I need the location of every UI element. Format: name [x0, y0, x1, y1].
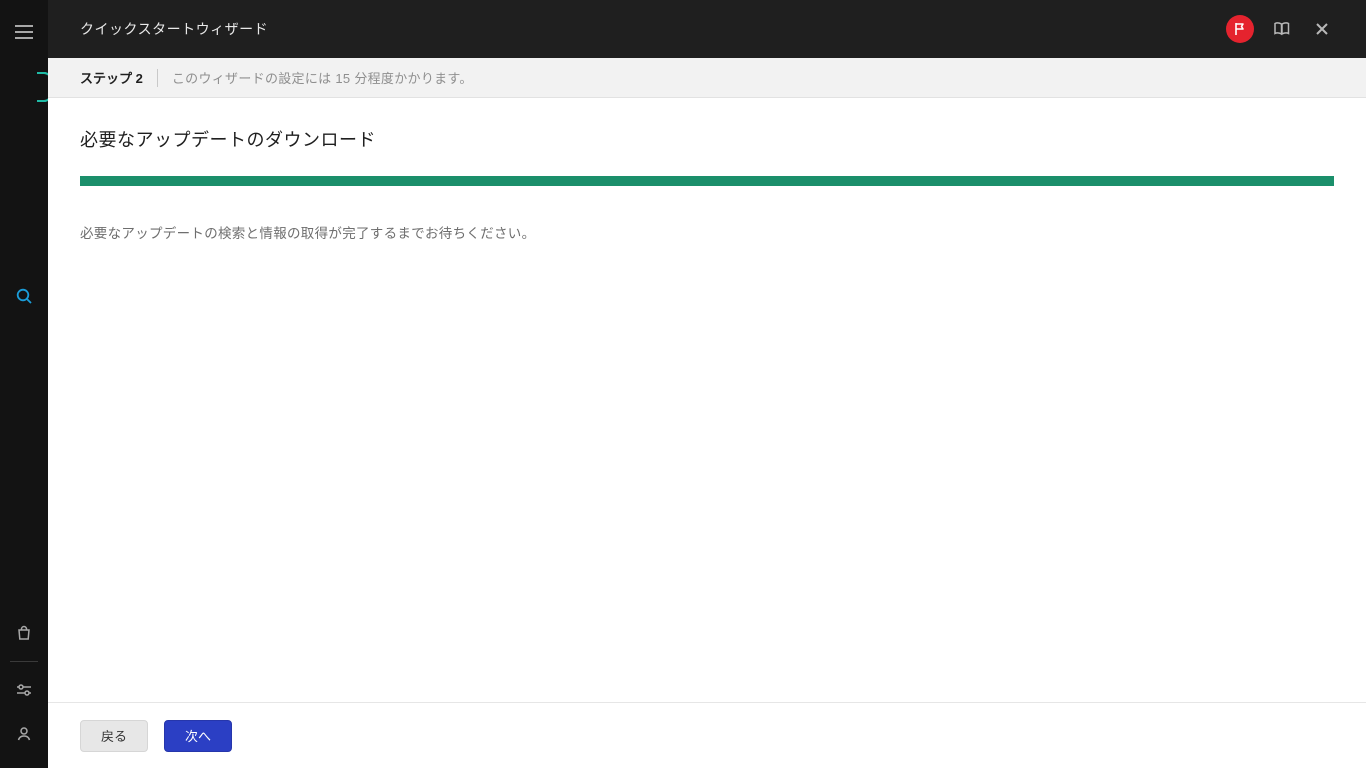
wizard-panel: クイックスタートウィザード ステップ 2 このウィザードの設定には 15 分程度…	[48, 0, 1366, 768]
user-icon[interactable]	[0, 712, 48, 756]
book-icon	[1273, 20, 1291, 38]
header-actions	[1226, 15, 1334, 43]
flag-icon	[1233, 22, 1247, 36]
close-button[interactable]	[1310, 17, 1334, 41]
sidebar-bottom-group	[0, 611, 48, 756]
progress-bar	[80, 176, 1334, 186]
step-bar: ステップ 2 このウィザードの設定には 15 分程度かかります。	[48, 58, 1366, 98]
panel-title: クイックスタートウィザード	[80, 19, 268, 39]
book-button[interactable]	[1270, 17, 1294, 41]
wait-message: 必要なアップデートの検索と情報の取得が完了するまでお待ちください。	[80, 222, 1334, 242]
footer: 戻る 次へ	[48, 702, 1366, 768]
step-description: このウィザードの設定には 15 分程度かかります。	[172, 68, 473, 87]
sidebar	[0, 0, 48, 768]
next-button[interactable]: 次へ	[164, 720, 232, 752]
bag-icon[interactable]	[0, 611, 48, 655]
sidebar-divider	[10, 661, 38, 662]
flag-button[interactable]	[1226, 15, 1254, 43]
content-heading: 必要なアップデートのダウンロード	[80, 126, 1334, 152]
back-button[interactable]: 戻る	[80, 720, 148, 752]
search-icon[interactable]	[0, 280, 48, 312]
panel-header: クイックスタートウィザード	[48, 0, 1366, 58]
step-divider	[157, 69, 158, 87]
close-icon	[1315, 22, 1329, 36]
progress-fill	[80, 176, 1334, 186]
sliders-icon[interactable]	[0, 668, 48, 712]
menu-icon[interactable]	[0, 10, 48, 54]
step-label: ステップ 2	[80, 68, 143, 87]
content-area: 必要なアップデートのダウンロード 必要なアップデートの検索と情報の取得が完了する…	[48, 98, 1366, 702]
